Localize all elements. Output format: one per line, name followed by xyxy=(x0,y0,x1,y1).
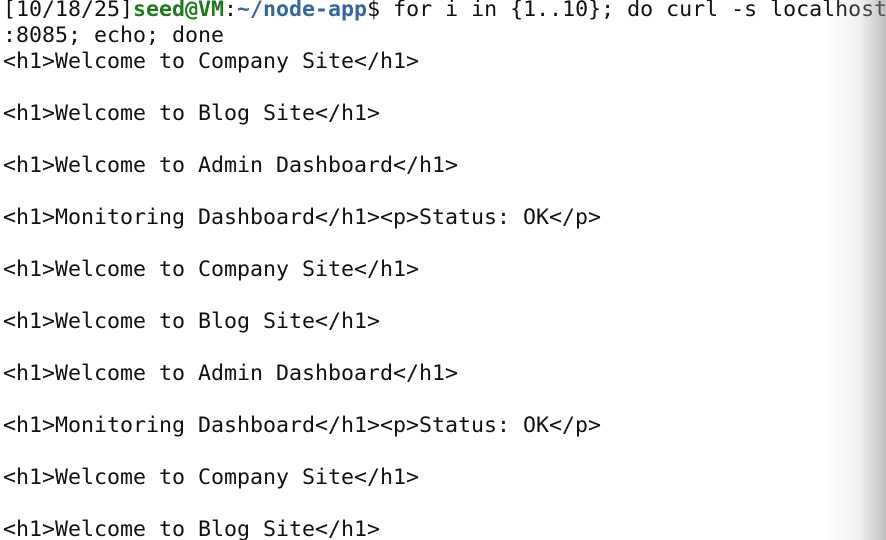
prompt-timestamp: [10/18/25] xyxy=(3,0,134,22)
output-line: <h1>Welcome to Blog Site</h1> xyxy=(3,101,381,126)
prompt-line: [10/18/25]seed@VM:~/node-app$ for i in {… xyxy=(3,0,886,23)
command-wrap-line: :8085; echo; done xyxy=(3,23,225,48)
command-output: <h1>Welcome to Company Site</h1> <h1>Welc… xyxy=(3,49,886,540)
output-line: <h1>Monitoring Dashboard</h1><p>Status: … xyxy=(3,413,602,438)
output-line: <h1>Welcome to Company Site</h1> xyxy=(3,465,420,490)
prompt-path: ~/node-app xyxy=(237,0,368,22)
output-line: <h1>Welcome to Blog Site</h1> xyxy=(3,309,381,334)
prompt-symbol: $ xyxy=(367,0,381,22)
terminal-window[interactable]: [10/18/25]seed@VM:~/node-app$ for i in {… xyxy=(0,0,886,540)
output-line: <h1>Welcome to Admin Dashboard</h1> xyxy=(3,361,459,386)
command-text: for i in {1..10}; do curl -s localhost xyxy=(380,0,886,22)
prompt-separator: : xyxy=(224,0,238,22)
output-line: <h1>Welcome to Admin Dashboard</h1> xyxy=(3,153,459,178)
output-line: <h1>Welcome to Blog Site</h1> xyxy=(3,517,381,540)
prompt-user-host: seed@VM xyxy=(133,0,225,22)
output-line: <h1>Welcome to Company Site</h1> xyxy=(3,49,420,74)
terminal-content: [10/18/25]seed@VM:~/node-app$ for i in {… xyxy=(3,0,886,540)
output-line: <h1>Monitoring Dashboard</h1><p>Status: … xyxy=(3,205,602,230)
output-line: <h1>Welcome to Company Site</h1> xyxy=(3,257,420,282)
